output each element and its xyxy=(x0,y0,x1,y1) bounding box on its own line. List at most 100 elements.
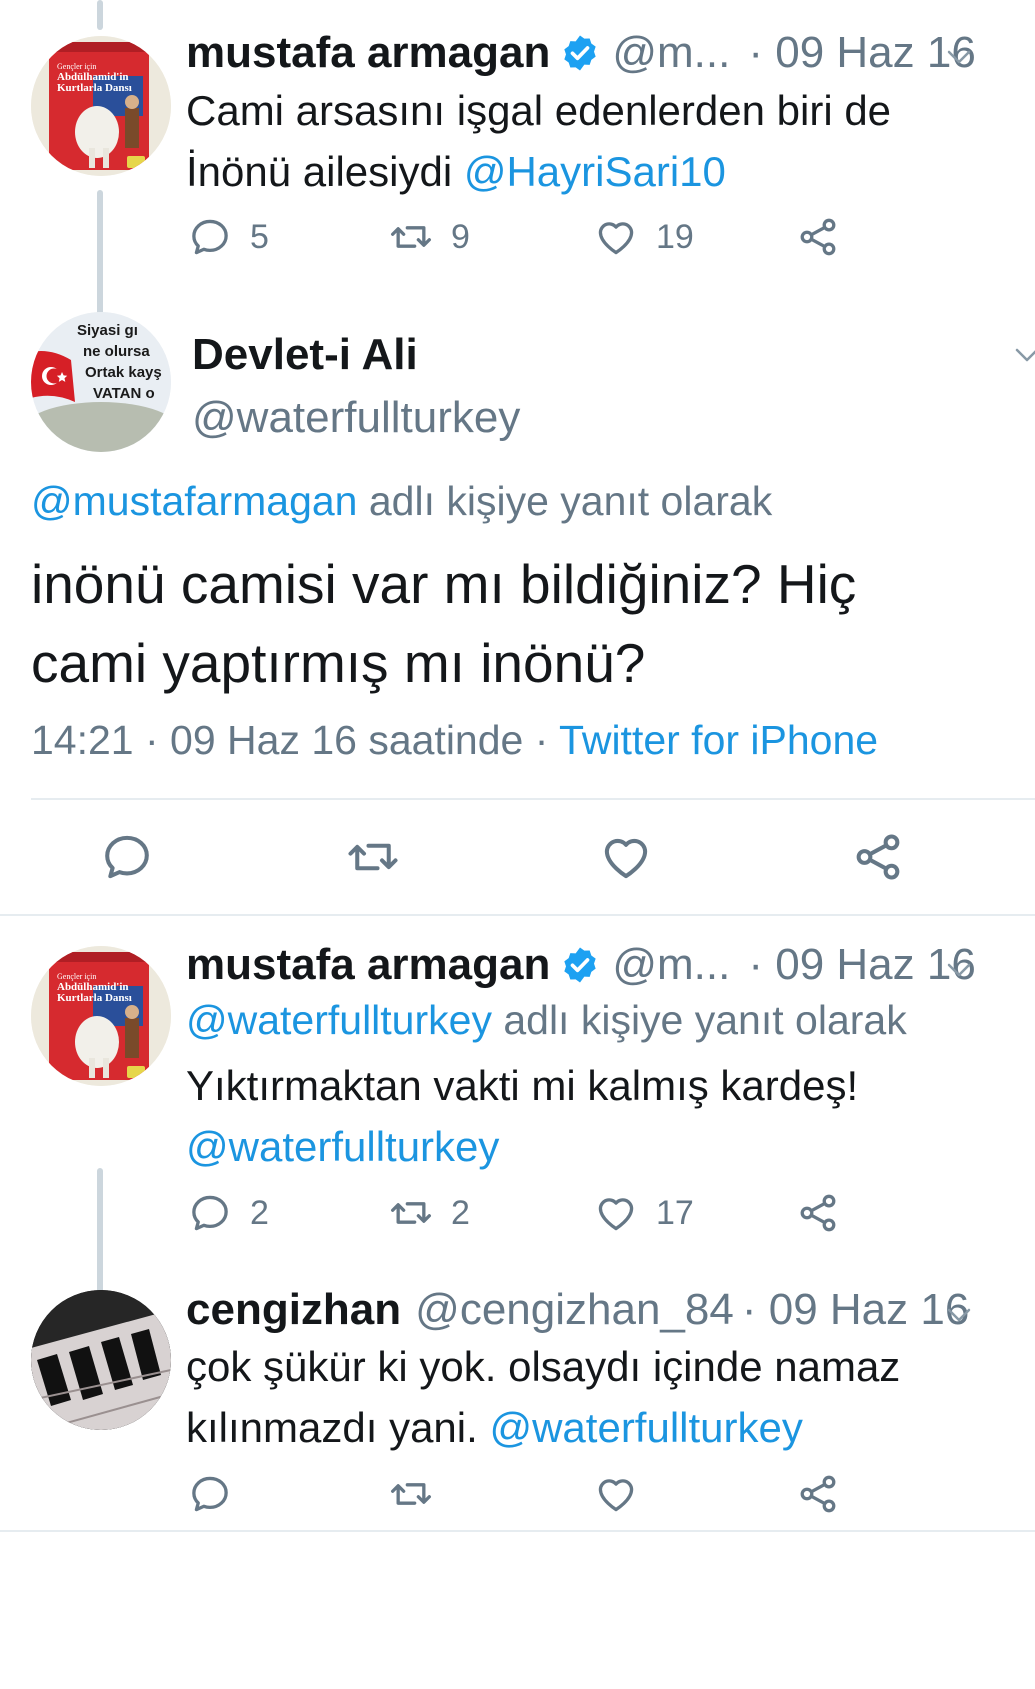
author-handle[interactable]: @m... xyxy=(612,940,730,990)
verified-icon xyxy=(560,33,600,73)
reply-icon xyxy=(188,215,232,259)
chevron-down-icon[interactable] xyxy=(944,1300,974,1330)
retweet-count: 9 xyxy=(451,217,470,256)
thread-line xyxy=(97,190,103,330)
retweet-icon xyxy=(389,1472,433,1516)
retweet-button[interactable]: 2 xyxy=(389,1191,470,1235)
avatar[interactable]: Gençler için Abdülhamid'in Kurtlarla Dan… xyxy=(31,946,171,1086)
tweet-text-line: inönü camisi var mı bildiğiniz? Hiç xyxy=(31,553,857,615)
mention-link[interactable]: @waterfullturkey xyxy=(186,997,492,1043)
reply-button[interactable]: 2 xyxy=(188,1191,269,1235)
share-icon xyxy=(796,1191,840,1235)
avatar-book-cover xyxy=(31,36,171,176)
divider xyxy=(0,914,1035,916)
tweet-text-line: kılınmazdı yani. @waterfullturkey xyxy=(186,1397,1016,1458)
avatar-caption-line: Siyasi gı xyxy=(77,322,138,339)
author-handle[interactable]: @waterfullturkey xyxy=(192,393,520,443)
share-button[interactable] xyxy=(851,830,905,884)
tweet-timestamp: 14:21 · 09 Haz 16 saatinde · Twitter for… xyxy=(31,717,878,764)
tweet-date[interactable]: · 09 Haz 16 xyxy=(748,28,975,78)
tweet-text-line: @waterfullturkey xyxy=(186,1116,986,1177)
tweet-text-line: çok şükür ki yok. olsaydı içinde namaz xyxy=(186,1343,901,1390)
avatar-book-cover xyxy=(31,946,171,1086)
tweet-text-line: İnönü ailesiydi @HayriSari10 xyxy=(186,141,986,202)
share-icon xyxy=(796,215,840,259)
author-name[interactable]: mustafa armagan xyxy=(186,940,550,990)
avatar-caption: Siyasi gı ne olursa Ortak kayş VATAN o xyxy=(75,320,162,404)
reply-context-text: adlı kişiye yanıt olarak xyxy=(357,478,773,524)
mention-link[interactable]: @waterfullturkey xyxy=(489,1404,802,1451)
tweet-date[interactable]: · 09 Haz 16 xyxy=(742,1285,969,1335)
reply-icon xyxy=(188,1472,232,1516)
share-button[interactable] xyxy=(796,215,840,259)
share-icon xyxy=(796,1472,840,1516)
author-name[interactable]: mustafa armagan xyxy=(186,28,550,78)
source-link[interactable]: Twitter for iPhone xyxy=(559,717,878,763)
avatar[interactable]: Gençler için Abdülhamid'in Kurtlarla Dan… xyxy=(31,36,171,176)
avatar[interactable]: Siyasi gı ne olursa Ortak kayş VATAN o xyxy=(31,312,171,452)
tweet-text-line: Cami arsasını işgal edenlerden biri de xyxy=(186,87,892,134)
chevron-down-icon[interactable] xyxy=(944,42,974,72)
reply-icon xyxy=(100,830,154,884)
like-button[interactable] xyxy=(599,830,653,884)
verified-icon xyxy=(560,945,600,985)
avatar[interactable] xyxy=(31,1290,171,1430)
avatar-book-kicker: Gençler için xyxy=(57,972,97,981)
reply-context-text: adlı kişiye yanıt olarak xyxy=(491,997,907,1043)
avatar-caption-line: ne olursa xyxy=(83,343,150,360)
author-handle[interactable]: @m... xyxy=(612,28,730,78)
thread-line xyxy=(97,0,103,30)
tweet-text-line: Yıktırmaktan vakti mi kalmış kardeş! xyxy=(186,1062,859,1109)
author-name[interactable]: cengizhan xyxy=(186,1285,401,1335)
tweet-header: mustafa armagan @m... · 09 Haz 16 xyxy=(186,940,976,990)
tweet-text-segment: kılınmazdı yani. xyxy=(186,1404,490,1451)
tweet-text: çok şükür ki yok. olsaydı içinde namaz k… xyxy=(186,1336,1016,1458)
tweet-text-line: cami yaptırmış mı inönü? xyxy=(31,632,646,694)
timestamp-text: 14:21 · 09 Haz 16 saatinde · xyxy=(31,717,560,763)
tweet-date[interactable]: · 09 Haz 16 xyxy=(748,940,975,990)
author-handle[interactable]: @cengizhan_84 xyxy=(415,1285,734,1335)
retweet-icon xyxy=(346,830,400,884)
avatar-photo xyxy=(31,1290,171,1430)
chevron-down-icon[interactable] xyxy=(944,955,974,985)
like-count: 17 xyxy=(656,1193,694,1232)
mention-link[interactable]: @waterfullturkey xyxy=(186,1123,499,1170)
avatar-book-kicker: Gençler için xyxy=(57,62,97,71)
tweet-text: Yıktırmaktan vakti mi kalmış kardeş! @wa… xyxy=(186,1055,986,1177)
like-button[interactable]: 19 xyxy=(594,215,694,259)
mention-link[interactable]: @mustafarmagan xyxy=(31,478,357,524)
like-icon xyxy=(594,1472,638,1516)
author-name[interactable]: Devlet-i Ali xyxy=(192,330,418,380)
tweet-text-segment: İnönü ailesiydi xyxy=(186,148,464,195)
share-button[interactable] xyxy=(796,1472,840,1516)
like-count: 19 xyxy=(656,217,694,256)
like-icon xyxy=(599,830,653,884)
reply-count: 5 xyxy=(250,217,269,256)
avatar-caption-line: VATAN o xyxy=(93,385,155,402)
tweet-text: inönü camisi var mı bildiğiniz? Hiç cami… xyxy=(31,545,856,703)
retweet-icon xyxy=(389,1191,433,1235)
reply-button[interactable] xyxy=(100,830,154,884)
like-button[interactable]: 17 xyxy=(594,1191,694,1235)
like-icon xyxy=(594,215,638,259)
reply-context: @mustafarmagan adlı kişiye yanıt olarak xyxy=(31,478,772,525)
reply-button[interactable]: 5 xyxy=(188,215,269,259)
chevron-down-icon[interactable] xyxy=(1012,340,1035,370)
retweet-button[interactable] xyxy=(389,1472,433,1516)
avatar-book-title: Abdülhamid'in Kurtlarla Dansı xyxy=(57,71,132,94)
divider xyxy=(0,1530,1035,1532)
share-button[interactable] xyxy=(796,1191,840,1235)
mention-link[interactable]: @HayriSari10 xyxy=(464,148,726,195)
share-icon xyxy=(851,830,905,884)
tweet-text: Cami arsasını işgal edenlerden biri de İ… xyxy=(186,80,986,202)
retweet-button[interactable]: 9 xyxy=(389,215,470,259)
retweet-icon xyxy=(389,215,433,259)
divider xyxy=(31,798,1035,800)
avatar-book-title: Abdülhamid'in Kurtlarla Dansı xyxy=(57,981,132,1004)
tweet-header: cengizhan @cengizhan_84 · 09 Haz 16 xyxy=(186,1285,969,1335)
reply-button[interactable] xyxy=(188,1472,232,1516)
retweet-count: 2 xyxy=(451,1193,470,1232)
avatar-caption-line: Ortak kayş xyxy=(85,364,162,381)
like-button[interactable] xyxy=(594,1472,638,1516)
retweet-button[interactable] xyxy=(346,830,400,884)
